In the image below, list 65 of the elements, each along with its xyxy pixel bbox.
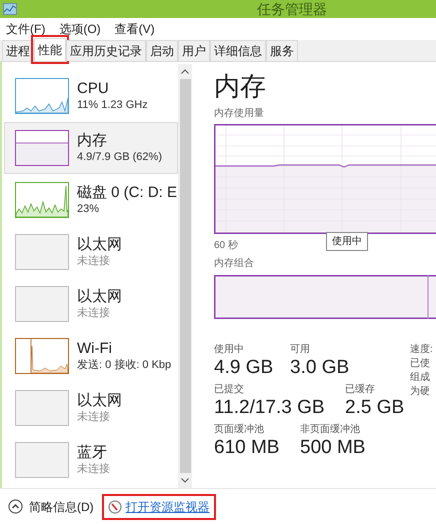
item-name: 以太网 — [77, 392, 122, 410]
app-icon — [3, 3, 17, 15]
item-detail: 未连接 — [77, 462, 110, 476]
info-text: 组成 — [410, 371, 431, 385]
item-name: 磁盘 0 (C: D: E: — [77, 184, 178, 202]
section-title: 内存 — [214, 70, 267, 102]
chart-label: 内存使用量 — [214, 106, 265, 121]
menu-item[interactable]: 查看(V) — [114, 20, 155, 38]
info-text: 已使 — [410, 357, 431, 371]
tab[interactable]: 启动 — [146, 40, 178, 61]
stat-value: 610 MB — [214, 436, 280, 460]
menu-item[interactable]: 选项(O) — [59, 20, 101, 38]
tab[interactable]: 应用历史记录 — [66, 40, 146, 61]
item-name: Wi-Fi — [77, 340, 113, 358]
window-title: 任务管理器 — [257, 0, 327, 18]
item-name: CPU — [77, 80, 110, 98]
item-name: 以太网 — [77, 236, 122, 254]
stat-value: 500 MB — [300, 436, 366, 460]
collapse-icon — [8, 499, 23, 514]
item-name: 内存 — [77, 132, 108, 150]
chart-label: 内存组合 — [214, 256, 255, 271]
stat-label: 已缓存 — [345, 383, 376, 396]
tooltip: 使用中 — [326, 232, 368, 251]
stat-label: 使用中 — [214, 343, 245, 356]
scroll-down-icon[interactable] — [181, 478, 189, 483]
item-name: 蓝牙 — [77, 444, 108, 462]
sidebar-item[interactable]: 磁盘 0 (C: D: E: 23% — [4, 174, 178, 226]
sidebar-item[interactable]: 内存 4.9/7.9 GB (62%) — [4, 122, 178, 174]
item-detail: 11% 1.23 GHz — [77, 98, 148, 112]
tab[interactable]: 详细信息 — [210, 40, 266, 61]
stat-value: 2.5 GB — [345, 396, 404, 420]
tab[interactable]: 性能 — [34, 38, 66, 61]
time-label: 60 秒 — [214, 238, 238, 253]
item-name: 以太网 — [77, 288, 122, 306]
fewer-details-button[interactable]: 简略信息(D) — [8, 498, 94, 516]
info-text: 速度: — [410, 343, 433, 357]
tab[interactable]: 服务 — [266, 40, 298, 61]
scroll-thumb[interactable] — [180, 79, 190, 473]
sidebar-item[interactable]: CPU 11% 1.23 GHz — [4, 70, 178, 122]
item-detail: 23% — [77, 202, 100, 216]
stat-label: 页面缓冲池 — [214, 423, 265, 436]
item-detail: 4.9/7.9 GB (62%) — [77, 150, 162, 164]
info-text: 为硬 — [410, 385, 431, 399]
item-detail: 未连接 — [77, 254, 111, 268]
item-detail: 发送: 0 接收: 0 Kbp — [77, 358, 172, 372]
item-detail: 未连接 — [77, 410, 111, 424]
scroll-up-icon[interactable] — [181, 69, 189, 74]
stat-label: 非页面缓冲池 — [300, 423, 361, 436]
stat-value: 4.9 GB — [214, 356, 274, 380]
tab[interactable]: 进程 — [2, 40, 34, 61]
resource-monitor-link[interactable]: 打开资源监视器 — [102, 494, 216, 520]
scrollbar[interactable] — [178, 64, 192, 488]
gauge-icon — [108, 500, 122, 514]
sidebar-item[interactable]: 蓝牙 未连接 — [4, 434, 178, 486]
sidebar-item[interactable]: 以太网 未连接 — [4, 278, 178, 330]
tab[interactable]: 用户 — [178, 40, 210, 61]
stat-value: 3.0 GB — [290, 356, 350, 380]
sidebar-item[interactable]: 以太网 未连接 — [4, 382, 178, 434]
stat-label: 已提交 — [214, 383, 245, 396]
menu-item[interactable]: 文件(F) — [6, 20, 46, 38]
item-detail: 未连接 — [77, 306, 111, 320]
sidebar-item[interactable]: Wi-Fi 发送: 0 接收: 0 Kbp — [4, 330, 178, 382]
sidebar-item[interactable]: 以太网 未连接 — [4, 226, 178, 278]
stat-label: 可用 — [290, 343, 311, 356]
stat-value: 11.2/17.3 GB — [214, 396, 326, 420]
